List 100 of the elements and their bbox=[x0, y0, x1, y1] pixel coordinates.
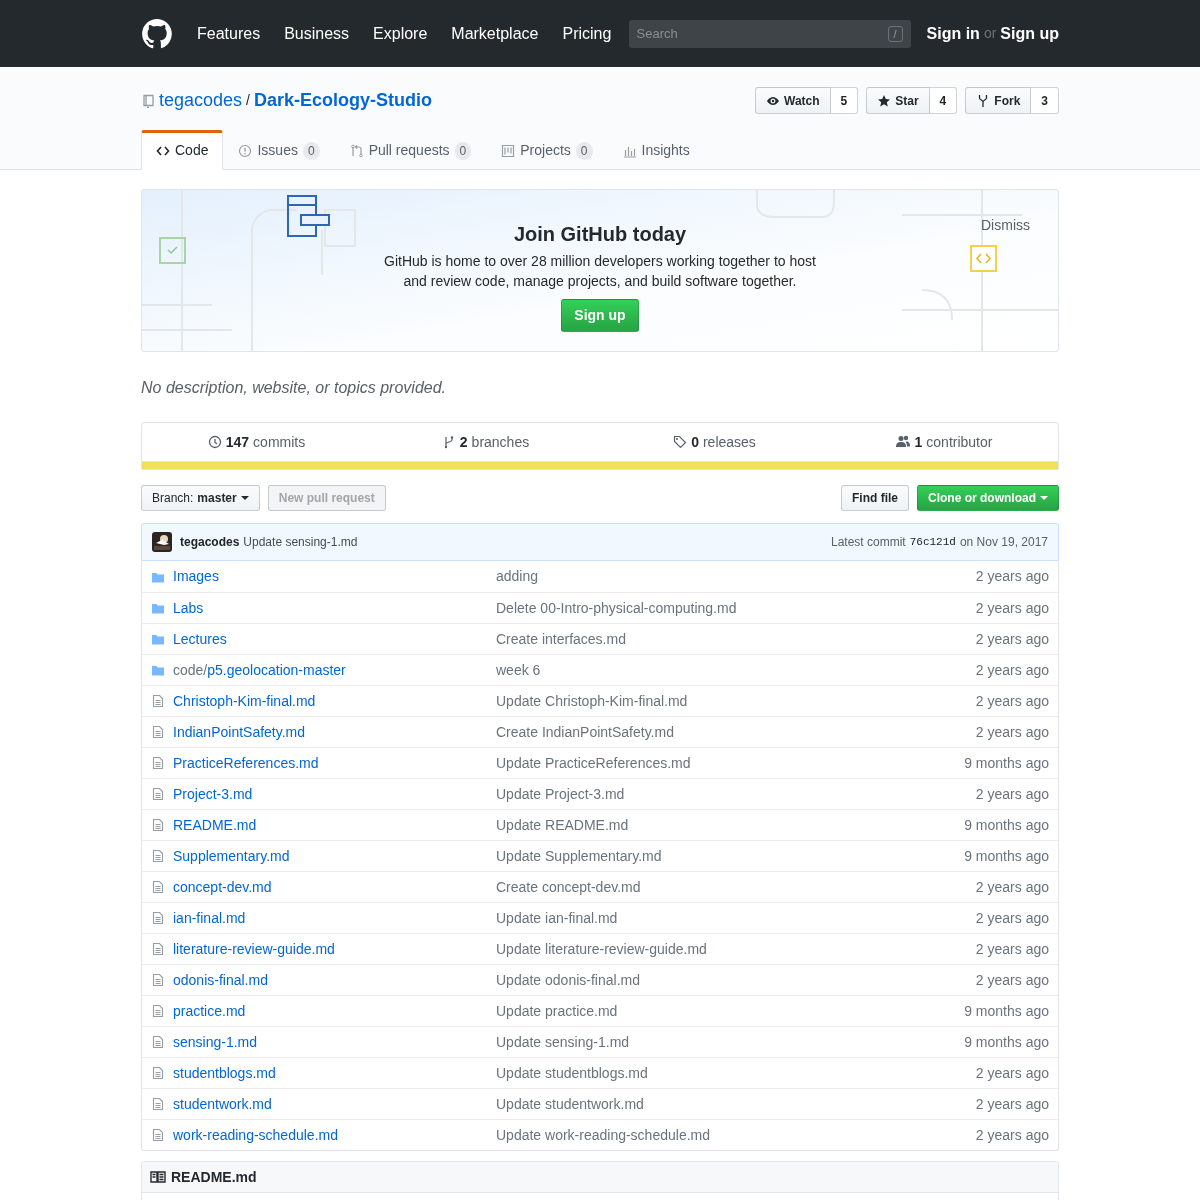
file-name-link[interactable]: Images bbox=[173, 566, 219, 587]
repo-tab[interactable]: Insights bbox=[607, 130, 705, 170]
summary-link[interactable]: 1 contributor bbox=[829, 431, 1058, 453]
file-name-link[interactable]: odonis-final.md bbox=[173, 969, 268, 991]
commit-message-link[interactable]: Create interfaces.md bbox=[496, 630, 626, 647]
file-icon bbox=[151, 818, 165, 832]
commit-message-link[interactable]: Create concept-dev.md bbox=[496, 878, 641, 895]
repo-tab[interactable]: Pull requests 0 bbox=[334, 130, 487, 170]
commit-age: 9 months ago bbox=[964, 1001, 1049, 1021]
star-count[interactable]: 4 bbox=[929, 87, 958, 114]
commit-message-link[interactable]: week 6 bbox=[496, 661, 541, 678]
tag-icon bbox=[673, 435, 688, 449]
commit-age: 2 years ago bbox=[975, 1063, 1049, 1083]
issue-icon bbox=[238, 143, 253, 158]
commit-message-link[interactable]: Update README.md bbox=[496, 816, 629, 833]
file-name-link[interactable]: code/p5.geolocation-master bbox=[173, 659, 346, 681]
repo-tab[interactable]: Projects 0 bbox=[486, 130, 608, 170]
caret-icon bbox=[240, 496, 249, 500]
watch-count[interactable]: 5 bbox=[830, 87, 859, 114]
summary-link[interactable]: 0 releases bbox=[600, 431, 829, 453]
commit-message-link[interactable]: Update Christoph-Kim-final.md bbox=[496, 692, 688, 709]
summary-link[interactable]: 147 commits bbox=[142, 431, 371, 453]
commit-message-link[interactable]: Update practice.md bbox=[496, 1002, 618, 1019]
file-name-link[interactable]: practice.md bbox=[173, 1000, 246, 1022]
file-name-link[interactable]: sensing-1.md bbox=[173, 1031, 258, 1053]
repo-description: No description, website, or topics provided. bbox=[141, 378, 448, 398]
file-name-link[interactable]: ian-final.md bbox=[173, 907, 246, 929]
commit-message-link[interactable]: Update studentwork.md bbox=[496, 1095, 644, 1112]
latest-commit-label: Latest commit bbox=[831, 534, 906, 551]
file-name-link[interactable]: README.md bbox=[173, 814, 257, 836]
file-name-link[interactable]: Project-3.md bbox=[173, 783, 253, 805]
file-name-link[interactable]: Christoph-Kim-final.md bbox=[173, 690, 316, 712]
file-icon bbox=[151, 1035, 165, 1049]
commit-message-link[interactable]: adding bbox=[496, 568, 539, 584]
sign-up-link[interactable]: Sign up bbox=[1000, 21, 1059, 46]
file-name-link[interactable]: Labs bbox=[173, 597, 204, 619]
file-icon bbox=[151, 849, 165, 863]
commit-message-link[interactable]: Update Supplementary.md bbox=[496, 847, 662, 864]
file-name-link[interactable]: Lectures bbox=[173, 628, 227, 650]
octocat-icon[interactable] bbox=[141, 17, 173, 50]
nav-link[interactable]: Marketplace bbox=[451, 21, 539, 46]
project-board-icon bbox=[501, 143, 516, 158]
commit-message-link[interactable]: Update Project-3.md bbox=[496, 785, 625, 802]
find-file-button[interactable]: Find file bbox=[841, 485, 909, 511]
nav-link[interactable]: Features bbox=[197, 21, 261, 46]
file-name-link[interactable]: PracticeReferences.md bbox=[173, 752, 319, 774]
commit-author-link[interactable]: tegacodes bbox=[180, 533, 240, 551]
commit-message-link[interactable]: Update PracticeReferences.md bbox=[496, 754, 691, 771]
owner-link[interactable]: tegacodes bbox=[159, 87, 243, 114]
file-icon bbox=[151, 725, 165, 739]
file-name-link[interactable]: literature-review-guide.md bbox=[173, 938, 335, 960]
folder-icon bbox=[151, 632, 165, 646]
commit-age: 9 months ago bbox=[964, 846, 1049, 866]
repo-tab[interactable]: Issues 0 bbox=[223, 130, 335, 170]
commit-message-link[interactable]: Delete 00-Intro-physical-computing.md bbox=[496, 599, 737, 616]
people-icon bbox=[894, 434, 911, 450]
file-name-link[interactable]: studentwork.md bbox=[173, 1093, 272, 1115]
summary-link[interactable]: 2 branches bbox=[371, 431, 600, 453]
commit-age: 2 years ago bbox=[975, 691, 1049, 711]
file-name-link[interactable]: IndianPointSafety.md bbox=[173, 721, 306, 743]
commit-sha-link[interactable]: 76c121d bbox=[909, 533, 956, 551]
file-icon bbox=[151, 1097, 165, 1111]
file-name-link[interactable]: Supplementary.md bbox=[173, 845, 290, 867]
file-icon bbox=[151, 973, 165, 987]
commit-message-link[interactable]: Create IndianPointSafety.md bbox=[496, 723, 674, 740]
checkbox-icon bbox=[159, 237, 186, 264]
commit-date: on Nov 19, 2017 bbox=[959, 534, 1048, 551]
banner-title: Join GitHub today bbox=[513, 222, 687, 246]
nav-link[interactable]: Business bbox=[284, 21, 350, 46]
commit-message-link[interactable]: Update sensing-1.md bbox=[496, 1033, 630, 1050]
dismiss-button[interactable]: Dismiss bbox=[975, 214, 1036, 237]
star-button[interactable]: Star bbox=[866, 87, 930, 114]
repo-icon bbox=[141, 93, 155, 108]
commit-message-link[interactable]: Update sensing-1.md bbox=[243, 533, 358, 551]
commit-age: 2 years ago bbox=[975, 939, 1049, 959]
file-name-link[interactable]: work-reading-schedule.md bbox=[173, 1124, 338, 1146]
code-icon bbox=[970, 245, 997, 272]
commit-age: 2 years ago bbox=[975, 877, 1049, 897]
watch-button[interactable]: Watch bbox=[755, 87, 831, 114]
commit-message-link[interactable]: Update work-reading-schedule.md bbox=[496, 1126, 710, 1143]
fork-button[interactable]: Fork bbox=[965, 87, 1032, 114]
commit-age: 2 years ago bbox=[975, 629, 1049, 649]
commit-message-link[interactable]: Update ian-final.md bbox=[496, 909, 618, 926]
fork-count[interactable]: 3 bbox=[1031, 87, 1059, 114]
sign-in-link[interactable]: Sign in bbox=[926, 21, 980, 46]
file-name-link[interactable]: studentblogs.md bbox=[173, 1062, 276, 1084]
commit-message-link[interactable]: Update studentblogs.md bbox=[496, 1064, 648, 1081]
commit-message-link[interactable]: Update literature-review-guide.md bbox=[496, 940, 707, 957]
nav-link[interactable]: Explore bbox=[373, 21, 428, 46]
repo-tab[interactable]: Code bbox=[141, 130, 224, 170]
branch-select-button[interactable]: Branch: master bbox=[141, 485, 260, 511]
nav-link[interactable]: Pricing bbox=[562, 21, 612, 46]
commit-message-link[interactable]: Update odonis-final.md bbox=[496, 971, 640, 988]
book-icon bbox=[150, 1169, 166, 1185]
commit-age: 9 months ago bbox=[964, 1032, 1049, 1052]
folder-icon bbox=[151, 601, 165, 615]
repo-name-link[interactable]: Dark-Ecology-Studio bbox=[253, 87, 432, 114]
commit-age: 2 years ago bbox=[975, 784, 1049, 804]
file-name-link[interactable]: concept-dev.md bbox=[173, 876, 272, 898]
commit-age: 9 months ago bbox=[964, 815, 1049, 835]
